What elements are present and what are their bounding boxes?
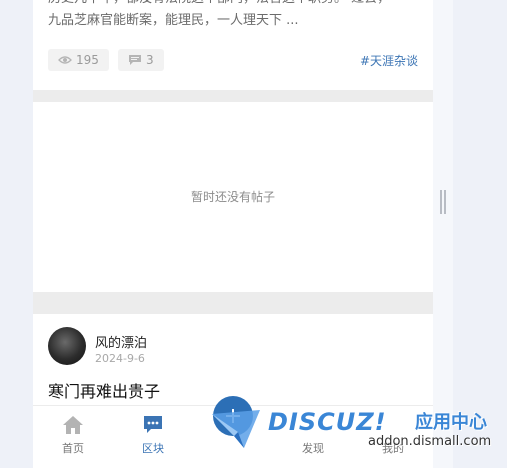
post-excerpt-line-2: 九品芝麻官能断案，能理民，一人理天下 ... (48, 13, 299, 28)
discuz-logo (212, 410, 260, 448)
comment-icon (129, 55, 141, 65)
post-excerpt-line-1: 历史几十年，都没有法院这个部门，法官这个职务。 过去， (48, 0, 418, 10)
forum-icon (141, 414, 165, 436)
section-divider (33, 292, 433, 314)
views-count: 195 (76, 53, 99, 67)
empty-state-message: 暂时还没有帖子 (190, 190, 275, 204)
tab-label: 首页 (62, 442, 84, 455)
right-gutter (433, 0, 453, 468)
home-icon (61, 414, 85, 436)
watermark-brand: DISCUZ! (268, 408, 387, 436)
section-divider (33, 90, 433, 102)
tab-home[interactable]: 首页 (33, 406, 113, 461)
post-excerpt[interactable]: 历史几十年，都没有法院这个部门，法官这个职务。 过去， 九品芝麻官能断案，能理民… (48, 0, 418, 32)
tab-forum[interactable]: 区块 (113, 406, 193, 461)
eye-icon (58, 56, 72, 64)
topic-tag[interactable]: #天涯杂谈 (360, 52, 418, 69)
post-date: 2024-9-6 (95, 352, 145, 365)
comments-stat: 3 (118, 49, 164, 71)
resize-handle[interactable] (440, 190, 446, 214)
views-stat: 195 (48, 49, 109, 71)
discuz-watermark: DISCUZ! 应用中心 addon.dismall.com (208, 404, 498, 456)
tab-label: 区块 (142, 442, 164, 455)
author-name[interactable]: 风的漂泊 (95, 332, 147, 351)
watermark-url: addon.dismall.com (368, 434, 492, 449)
avatar[interactable] (48, 327, 86, 365)
watermark-subtitle: 应用中心 (415, 412, 487, 433)
comments-count: 3 (146, 53, 154, 67)
post-title[interactable]: 寒门再难出贵子 (48, 378, 160, 402)
